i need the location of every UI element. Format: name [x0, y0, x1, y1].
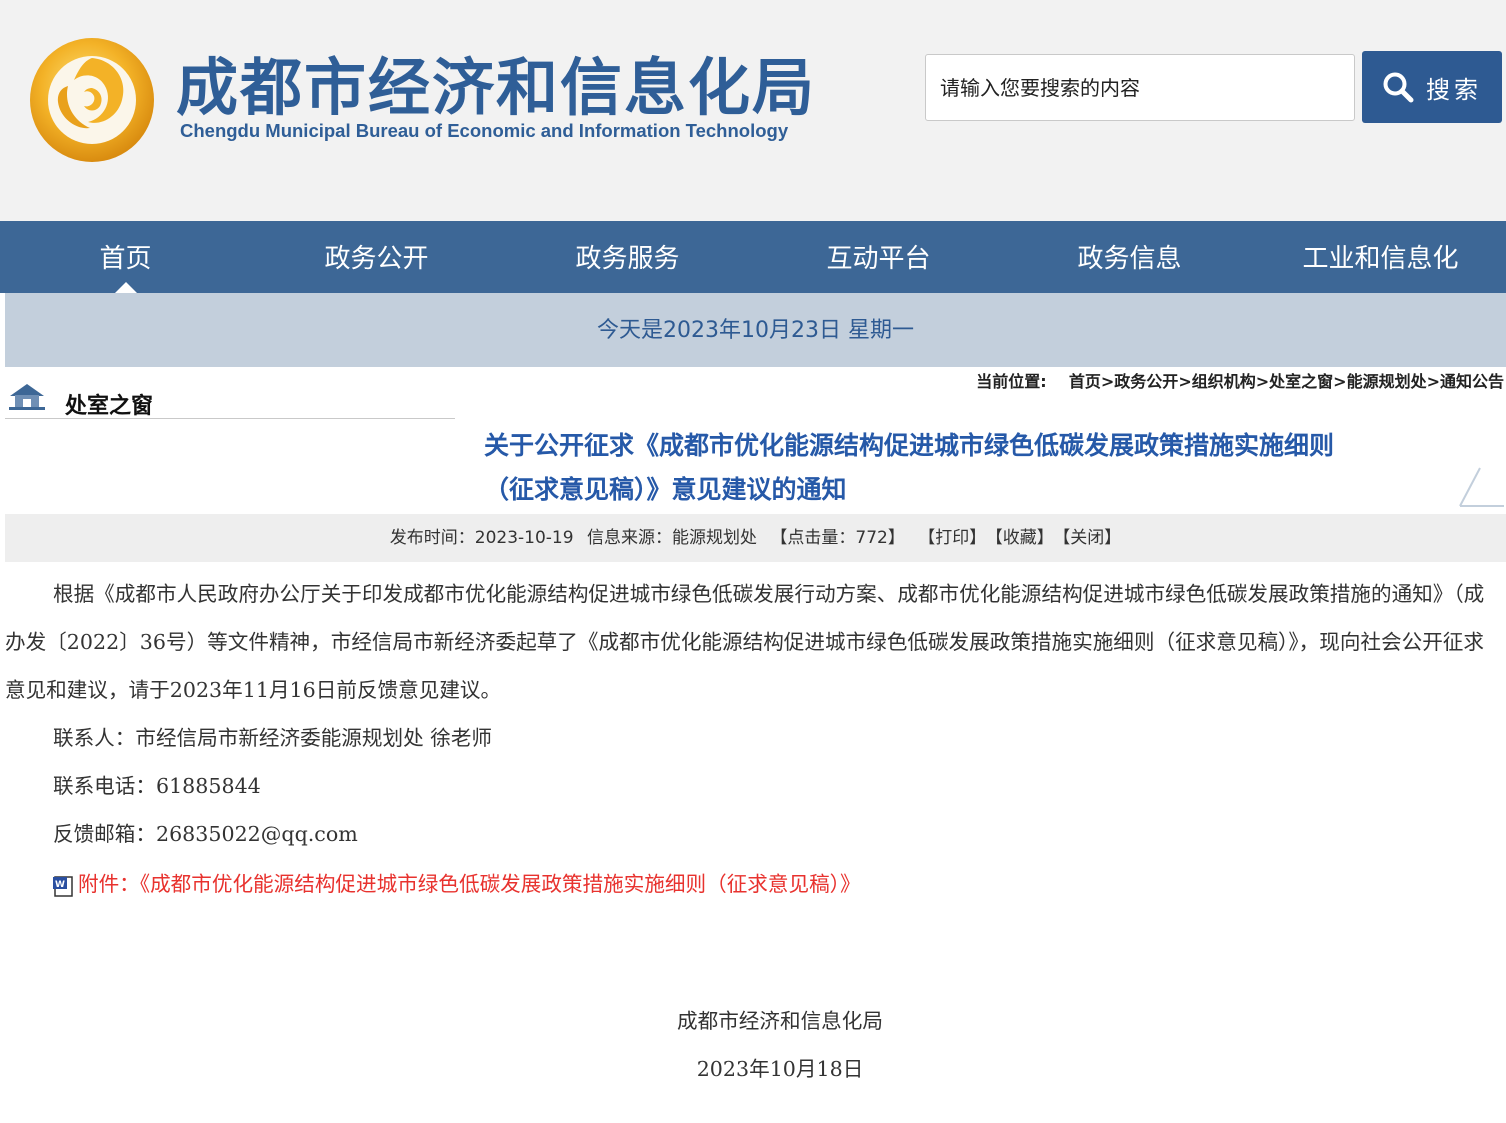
breadcrumb-item-notices[interactable]: 通知公告: [1440, 372, 1504, 391]
main-nav: 首页 政务公开 政务服务 互动平台 政务信息 工业和信息化: [0, 221, 1506, 293]
site-header: 成都市经济和信息化局 Chengdu Municipal Bureau of E…: [0, 0, 1506, 221]
article-paragraph: 根据《成都市人民政府办公厅关于印发成都市优化能源结构促进城市绿色低碳发展行动方案…: [5, 582, 1485, 702]
nav-item-gov-info[interactable]: 政务信息: [1004, 221, 1255, 293]
print-link[interactable]: 【打印】: [918, 528, 986, 548]
article-body: 根据《成都市人民政府办公厅关于印发成都市优化能源结构促进城市绿色低碳发展行动方案…: [5, 570, 1495, 858]
contact-person: 联系人：市经信局市新经济委能源规划处 徐老师: [53, 726, 493, 750]
home-icon: [9, 384, 45, 410]
nav-item-gov-open[interactable]: 政务公开: [251, 221, 502, 293]
search-input[interactable]: 请输入您要搜索的内容: [925, 54, 1355, 121]
attachment-link[interactable]: W 附件：《成都市优化能源结构促进城市绿色低碳发展政策措施实施细则（征求意见稿）…: [52, 860, 861, 908]
section-title: 处室之窗: [65, 394, 154, 419]
corner-decoration: [1459, 467, 1504, 507]
signature-date: 2023年10月18日: [696, 1057, 864, 1081]
breadcrumb-item-org[interactable]: 组织机构: [1192, 372, 1256, 391]
nav-item-interaction[interactable]: 互动平台: [753, 221, 1004, 293]
hit-count: 【点击量：772】: [770, 528, 905, 548]
article-title: 关于公开征求《成都市优化能源结构促进城市绿色低碳发展政策措施实施细则 （征求意见…: [484, 424, 1444, 512]
bureau-logo: [30, 38, 154, 162]
breadcrumb: 当前位置: 首页>政务公开>组织机构>处室之窗>能源规划处>通知公告: [976, 372, 1504, 391]
breadcrumb-label: 当前位置:: [976, 372, 1047, 391]
breadcrumb-item-home[interactable]: 首页: [1069, 372, 1101, 391]
search-button-label: 搜索: [1426, 75, 1482, 104]
search-icon: [1383, 72, 1414, 103]
attachment-label: 附件：《成都市优化能源结构促进城市绿色低碳发展政策措施实施细则（征求意见稿）》: [78, 872, 861, 896]
word-doc-icon: W: [53, 876, 73, 897]
info-source: 信息来源：能源规划处: [586, 528, 757, 548]
site-title-cn: 成都市经济和信息化局: [176, 51, 817, 124]
article-title-line1: 关于公开征求《成都市优化能源结构促进城市绿色低碳发展政策措施实施细则: [484, 431, 1335, 460]
breadcrumb-item-gov-open[interactable]: 政务公开: [1114, 372, 1178, 391]
breadcrumb-item-office[interactable]: 处室之窗: [1269, 372, 1333, 391]
breadcrumb-item-energy-dept[interactable]: 能源规划处: [1347, 372, 1427, 391]
close-link[interactable]: 【关闭】: [1062, 528, 1122, 548]
signature-org: 成都市经济和信息化局: [677, 1009, 883, 1033]
svg-text:W: W: [55, 880, 65, 890]
site-title-en: Chengdu Municipal Bureau of Economic and…: [180, 120, 789, 141]
search-button[interactable]: 搜索: [1362, 51, 1502, 123]
nav-item-home[interactable]: 首页: [0, 221, 251, 293]
feedback-email: 反馈邮箱：26835022@qq.com: [53, 822, 358, 846]
article-meta-bar: 发布时间：2023-10-19 信息来源：能源规划处 【点击量：772】 【打印…: [5, 514, 1506, 562]
publish-time: 发布时间：2023-10-19: [389, 528, 574, 548]
date-bar: 今天是2023年10月23日 星期一: [5, 293, 1506, 367]
contact-phone: 联系电话：61885844: [53, 774, 261, 798]
favorite-link[interactable]: 【收藏】: [994, 528, 1054, 548]
article-title-line2: （征求意见稿）》意见建议的通知: [484, 475, 847, 504]
nav-item-industry-it[interactable]: 工业和信息化: [1255, 221, 1506, 293]
section-header: 处室之窗: [5, 378, 455, 419]
nav-item-gov-service[interactable]: 政务服务: [502, 221, 753, 293]
